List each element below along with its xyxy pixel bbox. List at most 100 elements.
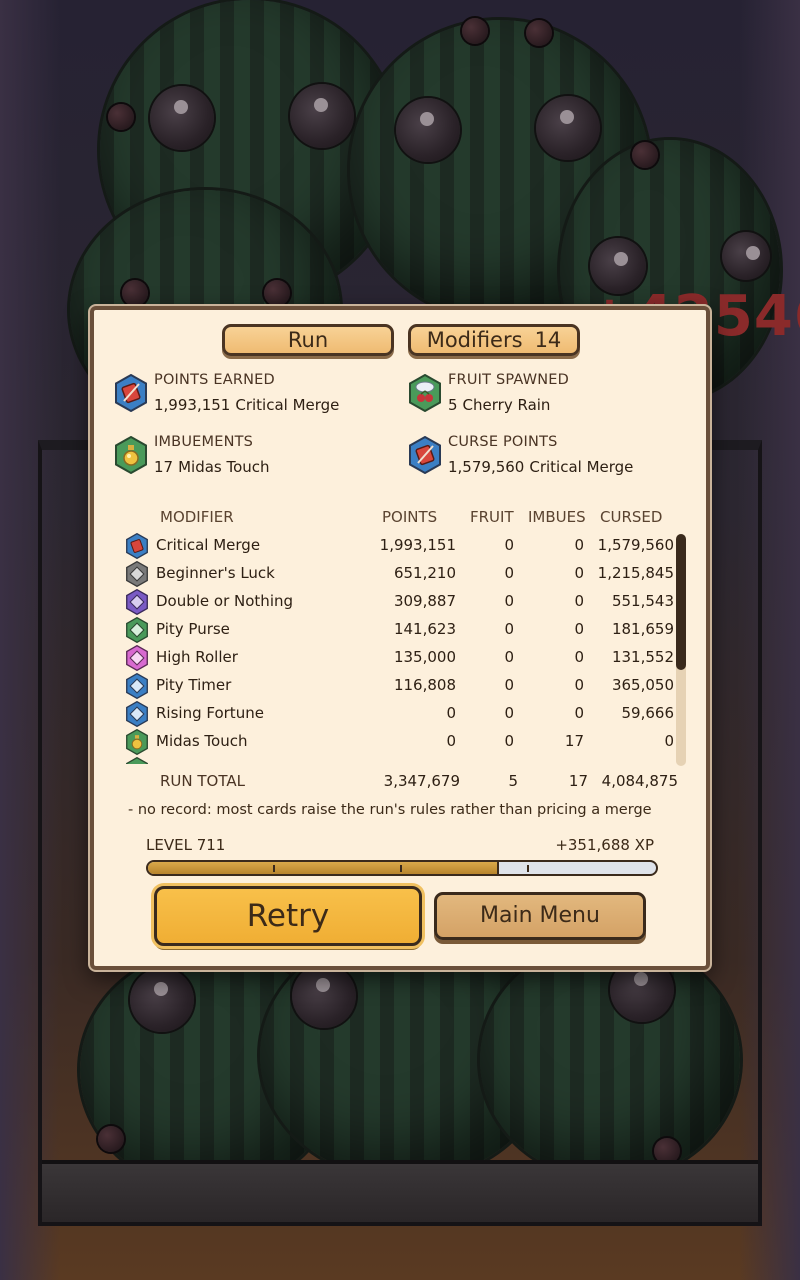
stat-source: Cherry Rain (462, 396, 551, 414)
run-total-label: RUN TOTAL (160, 772, 245, 790)
modifier-name: Pity Timer (156, 676, 232, 694)
xp-progress-fill (148, 862, 499, 874)
stat-value: 17 Midas Touch (154, 458, 270, 476)
jar-floor (42, 1160, 758, 1222)
critical-merge-icon (114, 374, 148, 412)
watermelon-face-eye (150, 86, 214, 150)
fruit-cell: 0 (504, 648, 514, 666)
stat-source: Midas Touch (178, 458, 270, 476)
cursed-cell: 181,659 (611, 620, 674, 638)
table-row: Pity Timer 116,808 0 0 365,050 (120, 672, 676, 700)
watermelon-face-eye (396, 98, 460, 162)
xp-gained: +351,688 XP (555, 836, 654, 854)
stat-value: 1,579,560 Critical Merge (448, 458, 633, 476)
imbues-cell: 17 (564, 732, 584, 750)
xp-tick (273, 865, 275, 872)
imbues-cell: 0 (574, 648, 584, 666)
column-header-imbues: IMBUES (528, 508, 586, 526)
points-cell: 141,623 (393, 620, 456, 638)
pity-purse-icon (124, 617, 150, 643)
table-scrollbar-thumb[interactable] (676, 534, 686, 670)
stat-label: IMBUEMENTS (154, 434, 254, 450)
cursed-cell: 59,666 (621, 704, 675, 722)
modifier-icon (124, 757, 150, 764)
tab-run[interactable]: Run (222, 324, 394, 356)
xp-tick (400, 865, 402, 872)
tab-run-label: Run (287, 328, 329, 352)
stat-imbuements: IMBUEMENTS 17 Midas Touch (114, 434, 384, 490)
modifier-name: Double or Nothing (156, 592, 294, 610)
double-or-nothing-icon (124, 589, 150, 615)
imbues-cell: 0 (574, 564, 584, 582)
fruit-cell: 0 (504, 676, 514, 694)
tab-modifiers-count: 14 (534, 328, 562, 352)
stat-number: 5 (448, 396, 458, 414)
rising-fortune-icon (124, 701, 150, 727)
table-row-partial (120, 756, 676, 764)
stat-label: CURSE POINTS (448, 434, 558, 450)
high-roller-icon (124, 645, 150, 671)
fruit-cell: 0 (504, 620, 514, 638)
table-row: Rising Fortune 0 0 0 59,666 (120, 700, 676, 728)
points-cell: 309,887 (393, 592, 456, 610)
fruit-cell: 0 (504, 564, 514, 582)
modifier-name: Midas Touch (156, 732, 248, 750)
cherry-fruit (264, 280, 290, 306)
points-cell: 135,000 (393, 648, 456, 666)
midas-touch-icon (124, 729, 150, 755)
xp-tick (527, 865, 529, 872)
watermelon-face-eye (290, 84, 354, 148)
column-header-cursed: CURSED (600, 508, 663, 526)
retry-button[interactable]: Retry (154, 886, 422, 946)
xp-progress-bar (146, 860, 658, 876)
modifier-name: Critical Merge (156, 536, 261, 554)
cursed-cell: 365,050 (611, 676, 674, 694)
run-total-imbues: 17 (568, 772, 588, 790)
beginners-luck-icon (124, 561, 150, 587)
cursed-cell: 551,543 (611, 592, 674, 610)
fruit-cell: 0 (504, 536, 514, 554)
points-cell: 116,808 (393, 676, 456, 694)
midas-touch-icon (114, 436, 148, 474)
tab-modifiers[interactable]: Modifiers 14 (408, 324, 580, 356)
cursed-cell: 1,579,560 (597, 536, 674, 554)
stat-number: 1,993,151 (154, 396, 231, 414)
modifier-name: Rising Fortune (156, 704, 264, 722)
stat-source: Critical Merge (235, 396, 340, 414)
stat-number: 1,579,560 (448, 458, 525, 476)
imbues-cell: 0 (574, 536, 584, 554)
points-cell: 0 (446, 704, 456, 722)
cherry-fruit (462, 18, 488, 44)
table-row: Critical Merge 1,993,151 0 0 1,579,560 (120, 532, 676, 560)
level-label: LEVEL 711 (146, 836, 226, 854)
cursed-cell: 1,215,845 (597, 564, 674, 582)
imbues-cell: 0 (574, 704, 584, 722)
watermelon-face-eye (722, 232, 770, 280)
stat-value: 1,993,151 Critical Merge (154, 396, 339, 414)
fruit-cell: 0 (504, 592, 514, 610)
modifier-name: High Roller (156, 648, 238, 666)
stat-points-earned: POINTS EARNED 1,993,151 Critical Merge (114, 372, 384, 428)
column-header-fruit: FRUIT (470, 508, 514, 526)
modifier-name: Pity Purse (156, 620, 230, 638)
fruit-cell: 0 (504, 704, 514, 722)
table-row: Pity Purse 141,623 0 0 181,659 (120, 616, 676, 644)
pity-timer-icon (124, 673, 150, 699)
critical-merge-icon (408, 436, 442, 474)
cursed-cell: 0 (664, 732, 674, 750)
stat-fruit-spawned: FRUIT SPAWNED 5 Cherry Rain (408, 372, 678, 428)
cherry-fruit (526, 20, 552, 46)
imbues-cell: 0 (574, 592, 584, 610)
tab-modifiers-label: Modifiers (426, 328, 523, 352)
modifier-name: Beginner's Luck (156, 564, 275, 582)
cherry-fruit (122, 280, 148, 306)
main-menu-button[interactable]: Main Menu (434, 892, 646, 940)
points-cell: 0 (446, 732, 456, 750)
fruit-cell: 0 (504, 732, 514, 750)
watermelon-face-eye (536, 96, 600, 160)
points-cell: 1,993,151 (379, 536, 456, 554)
run-total-points: 3,347,679 (383, 772, 460, 790)
critical-merge-icon (124, 533, 150, 559)
modifier-table[interactable]: Critical Merge 1,993,151 0 0 1,579,560 B… (120, 532, 676, 764)
column-header-points: POINTS (382, 508, 438, 526)
